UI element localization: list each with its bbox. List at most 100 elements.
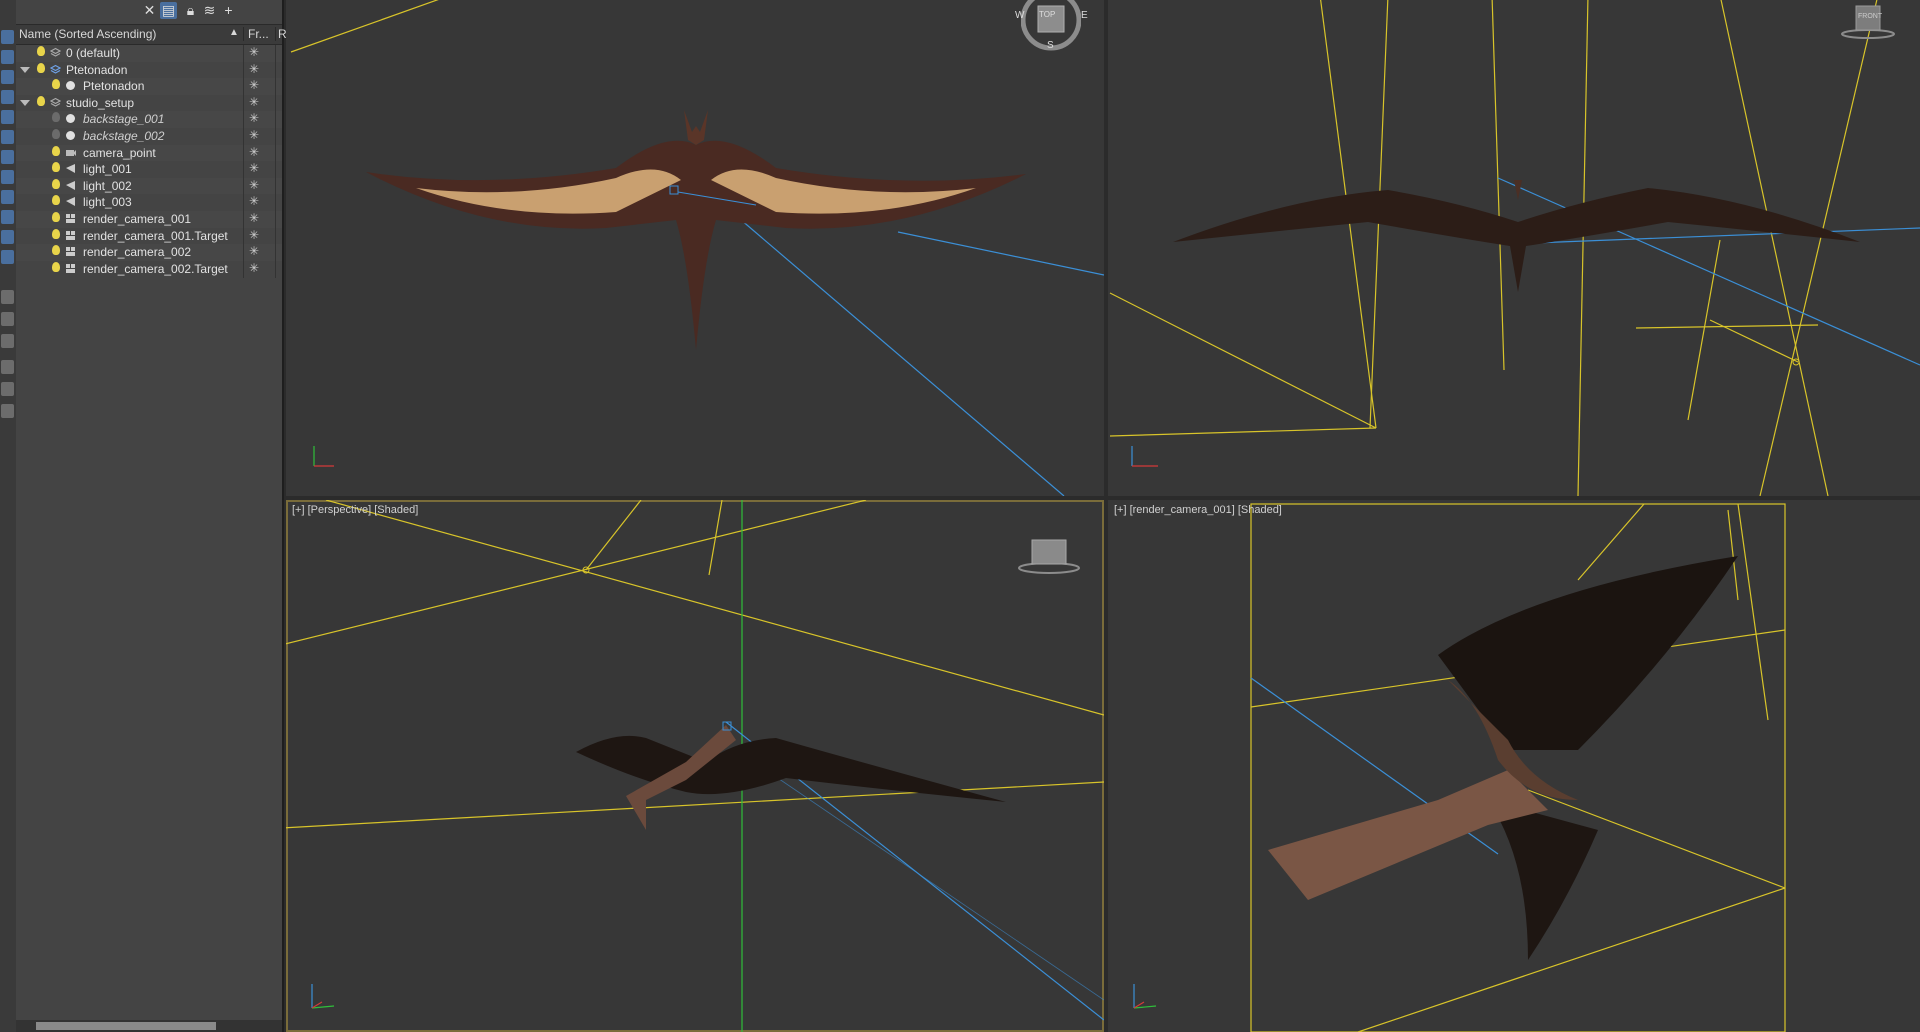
light-icon — [66, 197, 75, 207]
light-icon — [66, 164, 75, 174]
light-bulb-icon[interactable] — [37, 62, 45, 73]
axis-gizmo-icon — [1133, 984, 1157, 1009]
item-label: Ptetonadon — [66, 62, 128, 77]
list-item[interactable]: Ptetonadon ✳ — [16, 78, 282, 96]
item-label: camera_point — [83, 145, 156, 160]
freeze-icon[interactable]: ✳ — [249, 111, 259, 125]
freeze-icon[interactable]: ✳ — [249, 62, 259, 76]
list-item[interactable]: backstage_002 ✳ — [16, 127, 282, 145]
freeze-icon[interactable]: ✳ — [249, 161, 259, 175]
viewcube[interactable]: FRONT — [1838, 4, 1898, 40]
options-icon[interactable] — [1, 404, 14, 418]
freeze-icon[interactable]: ✳ — [249, 194, 259, 208]
light-filter-icon[interactable] — [1, 130, 14, 144]
light-bulb-icon[interactable] — [52, 79, 60, 90]
freeze-icon[interactable]: ✳ — [249, 78, 259, 92]
item-label: 0 (default) — [66, 46, 121, 60]
light-bulb-icon[interactable] — [52, 195, 60, 206]
light-bulb-icon[interactable] — [52, 178, 60, 189]
geometry-filter-icon[interactable] — [1, 90, 14, 104]
layer-manager-icon[interactable]: ≋ — [201, 2, 218, 19]
freeze-icon[interactable]: ✳ — [249, 145, 259, 159]
camera-icon — [66, 230, 75, 240]
list-item[interactable]: light_003 ✳ — [16, 194, 282, 212]
light-bulb-icon[interactable] — [52, 211, 60, 222]
bone-filter-icon[interactable] — [1, 250, 14, 264]
light-bulb-icon[interactable] — [37, 95, 45, 106]
shape-filter-icon[interactable] — [1, 110, 14, 124]
display-icon[interactable] — [1, 50, 14, 64]
helper-filter-icon[interactable] — [1, 170, 14, 184]
viewcube-icon — [1841, 5, 1895, 39]
freeze-icon[interactable]: ✳ — [249, 228, 259, 242]
freeze-icon[interactable]: ✳ — [249, 45, 259, 59]
viewcube[interactable] — [1014, 536, 1084, 576]
lock-icon[interactable]: 🔒︎ — [182, 2, 199, 19]
layer-icon — [50, 64, 61, 74]
light-bulb-icon[interactable] — [52, 245, 60, 256]
list-item[interactable]: light_002 ✳ — [16, 177, 282, 195]
viewport-label[interactable]: [+] [Perspective] [Shaded] — [292, 504, 418, 516]
light-bulb-icon[interactable] — [52, 145, 60, 156]
freeze-icon[interactable]: ✳ — [249, 211, 259, 225]
light-bulb-icon[interactable] — [37, 46, 45, 56]
freeze-icon[interactable]: ✳ — [249, 261, 259, 275]
render-column-header[interactable]: R — [275, 27, 287, 41]
add-icon[interactable]: + — [220, 2, 237, 19]
light-bulb-icon[interactable] — [52, 228, 60, 239]
list-item[interactable]: render_camera_002.Target ✳ — [16, 260, 282, 278]
freeze-icon[interactable]: ✳ — [249, 128, 259, 142]
viewport-label[interactable]: [+] [render_camera_001] [Shaded] — [1114, 504, 1282, 516]
freeze-icon[interactable]: ✳ — [249, 95, 259, 109]
list-item[interactable]: 0 (default) ✳ — [16, 45, 282, 62]
light-bulb-icon[interactable] — [52, 162, 60, 173]
freeze-icon[interactable]: ✳ — [249, 178, 259, 192]
left-toolbar — [0, 0, 17, 1032]
viewcube-face-label: TOP — [1039, 10, 1056, 19]
camera-icon — [66, 247, 75, 257]
chevron-down-icon[interactable] — [20, 99, 30, 106]
scrollbar-thumb[interactable] — [36, 1022, 216, 1030]
light-bulb-icon[interactable] — [52, 112, 60, 123]
hierarchy-icon[interactable] — [1, 70, 14, 84]
layer-tool-icon[interactable] — [1, 290, 14, 304]
layer-icon — [50, 97, 61, 107]
sort-by-layer-icon[interactable]: ▤ — [160, 2, 177, 19]
sort-ascending-icon[interactable]: ▲ — [229, 27, 239, 38]
select-icon[interactable] — [1, 30, 14, 44]
name-column-header[interactable]: Name (Sorted Ascending) — [19, 27, 156, 41]
horizontal-scrollbar[interactable] — [16, 1020, 282, 1032]
light-bulb-icon[interactable] — [52, 128, 60, 139]
viewcube[interactable]: TOP W E S — [1015, 0, 1088, 54]
list-item[interactable]: render_camera_001.Target ✳ — [16, 227, 282, 245]
list-item[interactable]: backstage_001 ✳ — [16, 111, 282, 129]
light-bulb-icon[interactable] — [52, 261, 60, 272]
list-item[interactable]: Ptetonadon ✳ — [16, 61, 282, 79]
group-filter-icon[interactable] — [1, 210, 14, 224]
camera-filter-icon[interactable] — [1, 150, 14, 164]
freeze-column-header[interactable]: Fr... — [243, 27, 273, 41]
geometry-icon — [66, 114, 75, 124]
scene-explorer: ✕ ▤ 🔒︎ ≋ + Name (Sorted Ascending) ▲ Fr.… — [16, 0, 287, 1032]
viewport-top[interactable]: TOP W E S — [286, 0, 1104, 496]
display-all-icon[interactable] — [1, 312, 14, 326]
front-view-scene — [1109, 0, 1920, 496]
close-icon[interactable]: ✕ — [141, 2, 158, 19]
viewport-perspective[interactable]: [+] [Perspective] [Shaded] — [286, 500, 1104, 1032]
list-item[interactable]: render_camera_001 ✳ — [16, 210, 282, 228]
display-none-icon[interactable] — [1, 334, 14, 348]
viewport-camera[interactable]: [+] [render_camera_001] [Shaded] — [1108, 500, 1920, 1032]
chevron-down-icon[interactable] — [20, 66, 30, 73]
list-item[interactable]: camera_point ✳ — [16, 144, 282, 162]
xref-filter-icon[interactable] — [1, 230, 14, 244]
freeze-icon[interactable]: ✳ — [249, 244, 259, 258]
light-icon — [66, 180, 75, 190]
find-icon[interactable] — [1, 382, 14, 396]
list-item[interactable]: render_camera_002 ✳ — [16, 244, 282, 262]
list-item[interactable]: light_001 ✳ — [16, 161, 282, 179]
viewport-front[interactable]: FRONT — [1108, 0, 1920, 496]
camera-icon — [66, 263, 75, 273]
spacewarp-filter-icon[interactable] — [1, 190, 14, 204]
filter-icon[interactable] — [1, 360, 14, 374]
list-item[interactable]: studio_setup ✳ — [16, 94, 282, 112]
